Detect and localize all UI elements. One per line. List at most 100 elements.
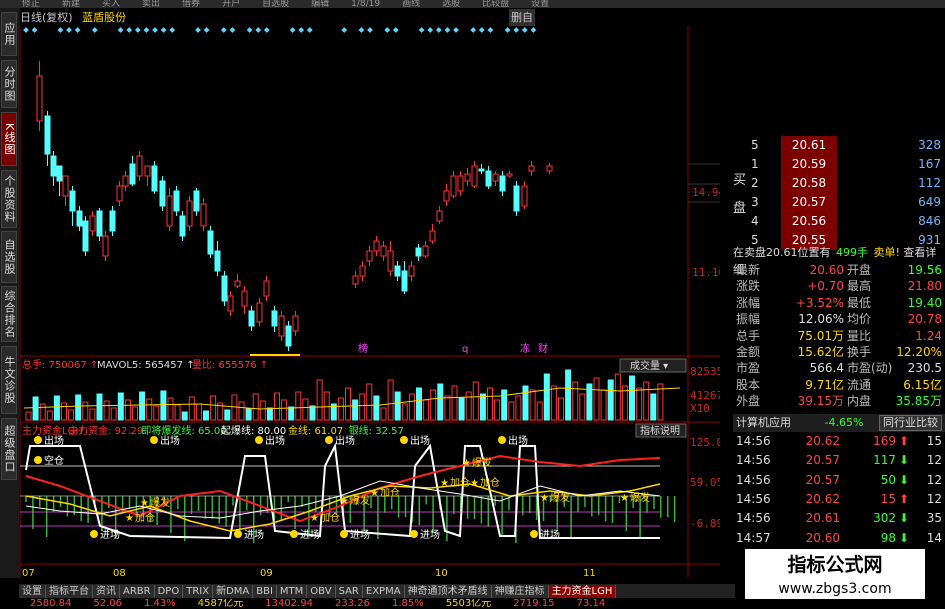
candle-body bbox=[436, 210, 443, 222]
kline-chart[interactable]: 14.94 11.16 榜 q 冻财 总手: 750067 ↑MAVOL5: 5654… bbox=[20, 26, 720, 578]
left-tab[interactable]: 超级盘口 bbox=[1, 418, 17, 480]
index-value: 233.26 bbox=[334, 599, 370, 609]
volume-bar bbox=[359, 393, 366, 421]
left-tab[interactable]: 应用 bbox=[1, 12, 17, 56]
candle-body bbox=[278, 315, 285, 337]
top-menu-item[interactable]: 设置 bbox=[531, 0, 549, 8]
candle-body bbox=[457, 175, 464, 192]
left-tab[interactable]: K线图 bbox=[1, 112, 17, 166]
candlesticks bbox=[36, 61, 553, 356]
candle-body bbox=[186, 200, 193, 227]
indicator-tab[interactable]: 资讯 bbox=[93, 585, 120, 598]
top-menu-item[interactable]: 1/8/19 bbox=[351, 0, 380, 8]
orderbook-row[interactable]: 3 20.57 649 bbox=[733, 193, 945, 212]
volume-bar bbox=[188, 396, 195, 421]
orderbook-row[interactable]: 4 20.56 846 bbox=[733, 212, 945, 231]
compare-industry-button[interactable]: 同行业比较 bbox=[879, 415, 942, 431]
tick-volume: 302 bbox=[873, 511, 896, 526]
indicator-tab[interactable]: 新DMA bbox=[213, 585, 254, 598]
indicator-tab[interactable]: 主力资金LGH bbox=[548, 585, 617, 598]
top-menu-item[interactable]: 新建 bbox=[62, 0, 80, 8]
industry-name[interactable]: 计算机应用 bbox=[736, 416, 791, 429]
chart-mode[interactable]: 日线(复权) bbox=[20, 11, 73, 24]
top-menu-item[interactable]: 修正 bbox=[22, 0, 40, 8]
indicator-tab[interactable]: TRIX bbox=[183, 585, 214, 598]
volume-bar bbox=[302, 398, 309, 421]
orderbook-price: 20.57 bbox=[781, 193, 837, 212]
left-tab[interactable]: 综合排名 bbox=[1, 286, 17, 342]
indicator-tab[interactable]: EXPMA bbox=[362, 585, 405, 598]
tick-time: 14:56 bbox=[736, 511, 771, 526]
orderbook-row[interactable]: 1 20.59 167 bbox=[733, 155, 945, 174]
svg-text:★: ★ bbox=[462, 458, 471, 469]
indicator-tab[interactable]: 神赚庄指标 bbox=[491, 585, 549, 598]
signal-label: 空仓 bbox=[34, 454, 64, 467]
tick-count: 12 bbox=[926, 472, 942, 487]
orderbook-price: 20.56 bbox=[781, 212, 837, 231]
volume-mavol: MAVOL5: 565457 ↑ bbox=[97, 360, 195, 371]
indicator-tab[interactable]: BBI bbox=[253, 585, 277, 598]
top-menu-item[interactable]: 买入 bbox=[102, 0, 120, 8]
stat-label: 均价 bbox=[847, 312, 872, 327]
left-tab[interactable]: 个股资料 bbox=[1, 170, 17, 228]
indicator-tab[interactable]: DPO bbox=[154, 585, 184, 598]
signal-label: 进场 bbox=[530, 528, 560, 541]
top-menu-item[interactable]: 比较盘 bbox=[482, 0, 509, 8]
volume-bar bbox=[53, 395, 60, 421]
status-text: 在卖盘20.61位置有 bbox=[733, 246, 831, 259]
stat-value: 230.5 bbox=[907, 361, 942, 376]
order-status-bar: 在卖盘20.61位置有 499手 卖单! 查看详细 bbox=[733, 244, 945, 276]
volume-bar bbox=[46, 410, 53, 421]
top-menu[interactable]: 修正 新建 买入 卖出 借券 开户 自选股 编辑 1/8/19 画线 选股 比较盘 设置 bbox=[0, 0, 945, 8]
tick-row: 14:57 20.60 98 ⬇ 14 bbox=[736, 529, 945, 548]
stat-label: 总手 bbox=[736, 328, 761, 343]
indicator-tab[interactable]: OBV bbox=[307, 585, 336, 598]
price-axis-label: 14.94 bbox=[692, 186, 720, 199]
top-menu-item[interactable]: 自选股 bbox=[262, 0, 289, 8]
indicator-tab[interactable]: MTM bbox=[276, 585, 308, 598]
indicator-tab[interactable]: 指标平台 bbox=[46, 585, 93, 598]
index-value: 4587亿元 bbox=[197, 599, 244, 609]
indicator-tab[interactable]: 设置 bbox=[19, 585, 46, 598]
svg-text:爆发: 爆发 bbox=[550, 491, 570, 504]
stat-value: 12.20% bbox=[896, 345, 942, 359]
stat-value: +0.70 bbox=[807, 279, 844, 294]
candle-body bbox=[443, 190, 450, 202]
status-amount: 499手 bbox=[836, 246, 868, 259]
stat-row: 最新 20.60 开盘 19.56 bbox=[736, 262, 945, 278]
delete-indicator-button[interactable]: 删自 bbox=[509, 9, 535, 26]
candle-body bbox=[62, 175, 69, 197]
indicator-tab[interactable]: 神奇通顶术矛盾线 bbox=[404, 585, 492, 598]
orderbook-row[interactable]: 5 20.61 328 bbox=[733, 136, 945, 155]
indicator-tab[interactable]: ARBR bbox=[120, 585, 155, 598]
candle-body bbox=[359, 265, 366, 277]
volume-bar bbox=[167, 397, 174, 421]
stat-label: 金额 bbox=[736, 345, 761, 359]
volume-bar bbox=[600, 389, 607, 421]
stat-value: 566.4 bbox=[809, 361, 844, 376]
orderbook-row[interactable]: 2 20.58 112 bbox=[733, 174, 945, 193]
stat-label: 流通 bbox=[847, 377, 872, 392]
industry-bar: 计算机应用 -4.65% 同行业比较 bbox=[733, 414, 945, 432]
orderbook-volume: 649 bbox=[918, 195, 941, 209]
signal-label: ★ 爆发 bbox=[462, 456, 492, 469]
left-tab[interactable]: 自选股 bbox=[1, 231, 17, 283]
indicator-tab[interactable]: SAR bbox=[335, 585, 363, 598]
volume-bar bbox=[316, 379, 323, 421]
top-menu-item[interactable]: 开户 bbox=[222, 0, 240, 8]
top-menu-item[interactable]: 借券 bbox=[182, 0, 200, 8]
volume-axis-label: 41267 bbox=[690, 389, 720, 402]
top-menu-item[interactable]: 画线 bbox=[402, 0, 420, 8]
stat-value: 9.71亿 bbox=[805, 377, 844, 392]
left-tab[interactable]: 牛文诊股 bbox=[1, 346, 17, 414]
candle-body bbox=[241, 290, 248, 307]
volume-bar bbox=[565, 369, 572, 421]
index-value: 5503亿元 bbox=[445, 599, 492, 609]
top-menu-item[interactable]: 选股 bbox=[442, 0, 460, 8]
candle-body bbox=[292, 315, 299, 332]
tick-volume: 50 bbox=[880, 472, 896, 487]
svg-text:★: ★ bbox=[470, 478, 479, 489]
top-menu-item[interactable]: 卖出 bbox=[142, 0, 160, 8]
top-menu-item[interactable]: 编辑 bbox=[311, 0, 329, 8]
left-tab[interactable]: 分时图 bbox=[1, 60, 17, 108]
